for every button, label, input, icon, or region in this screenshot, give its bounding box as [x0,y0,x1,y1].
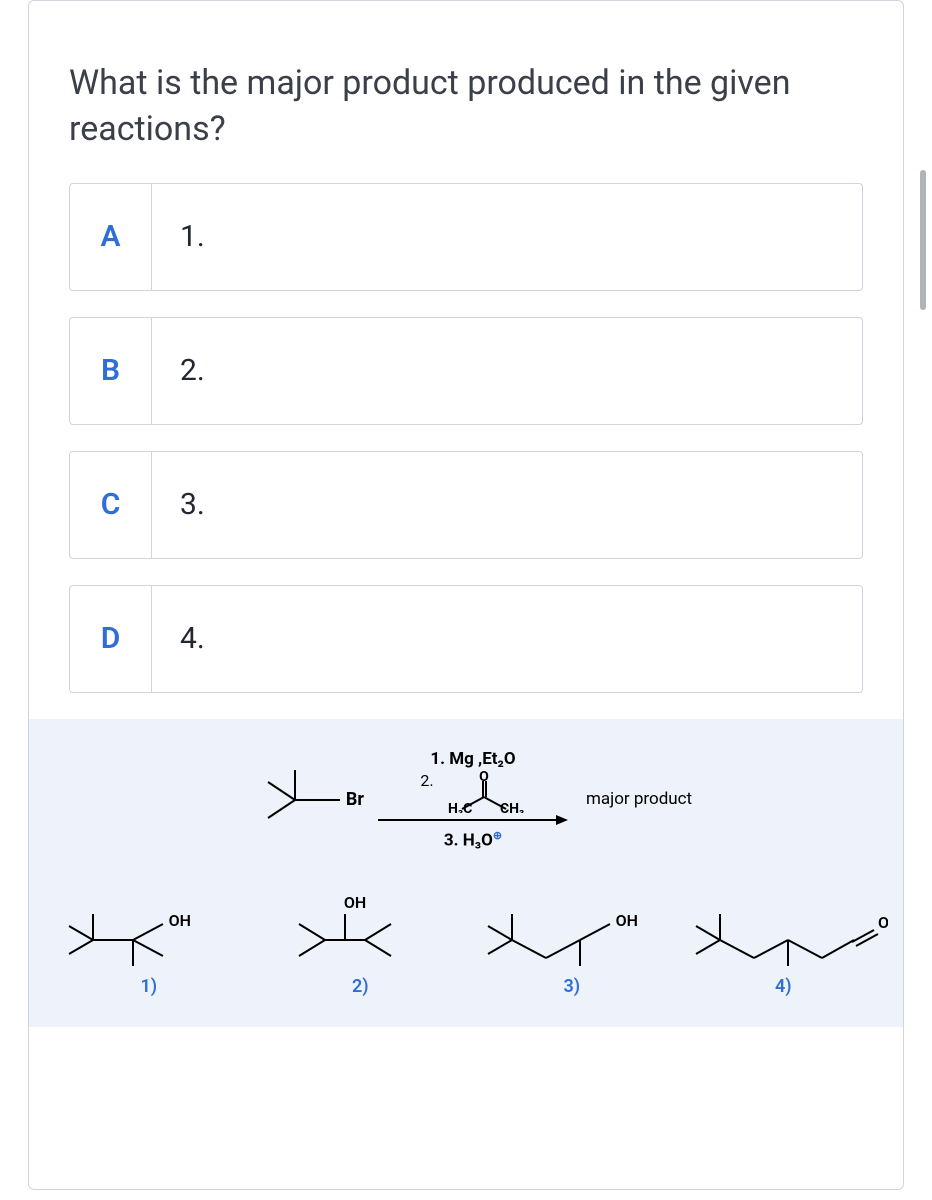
svg-text:O: O [878,913,888,932]
starting-material-structure [240,750,350,850]
svg-text:H₃C: H₃C [448,801,472,813]
product-3: OH 3) [466,890,678,997]
acetone-structure: O H₃C CH₃ [446,771,526,813]
bromide-label: Br [346,789,364,810]
product-number: 3) [466,976,678,997]
reagent-step3-label: H₃O [463,830,493,850]
reagents-block: 1. Mg ,Et₂O 2. O H₃C [378,749,568,851]
option-b[interactable]: B 2. [69,317,863,425]
option-label: 2. [152,318,862,424]
option-letter: B [70,318,152,424]
question-card: What is the major product produced in th… [28,0,904,1190]
option-letter: C [70,452,152,558]
option-letter: A [70,184,152,290]
reagent-step2-prefix: 2. [420,771,433,790]
product-1: OH 1) [43,890,255,997]
option-label: 3. [152,452,862,558]
product-2: OH 2) [255,890,467,997]
option-d[interactable]: D 4. [69,585,863,693]
reaction-diagram: Br 1. Mg ,Et₂O 2. O [29,719,903,1028]
option-a[interactable]: A 1. [69,183,863,291]
option-c[interactable]: C 3. [69,451,863,559]
product-4: O 4) [678,890,890,997]
scrollbar-thumb[interactable] [920,170,926,310]
options-list: A 1. B 2. C 3. D 4. [29,183,903,693]
option-label: 1. [152,184,862,290]
reaction-scheme: Br 1. Mg ,Et₂O 2. O [39,749,893,851]
svg-text:OH: OH [616,911,638,930]
question-text: What is the major product produced in th… [29,1,903,183]
option-letter: D [70,586,152,692]
product-number: 1) [43,976,255,997]
svg-text:OH: OH [343,893,365,912]
reagent-step1: 1. Mg ,Et₂O [378,749,568,769]
product-number: 2) [255,976,467,997]
product-choices: OH 1) OH 2) [39,890,893,997]
svg-text:OH: OH [169,911,191,930]
reaction-arrow [378,813,568,827]
svg-text:O: O [479,771,489,785]
option-label: 4. [152,586,862,692]
product-number: 4) [678,976,890,997]
reagent-step3-charge: ⊕ [493,829,502,842]
reagent-step3-prefix: 3. [444,830,459,850]
svg-text:CH₃: CH₃ [500,801,524,813]
arrow-result-label: major product [586,789,692,809]
